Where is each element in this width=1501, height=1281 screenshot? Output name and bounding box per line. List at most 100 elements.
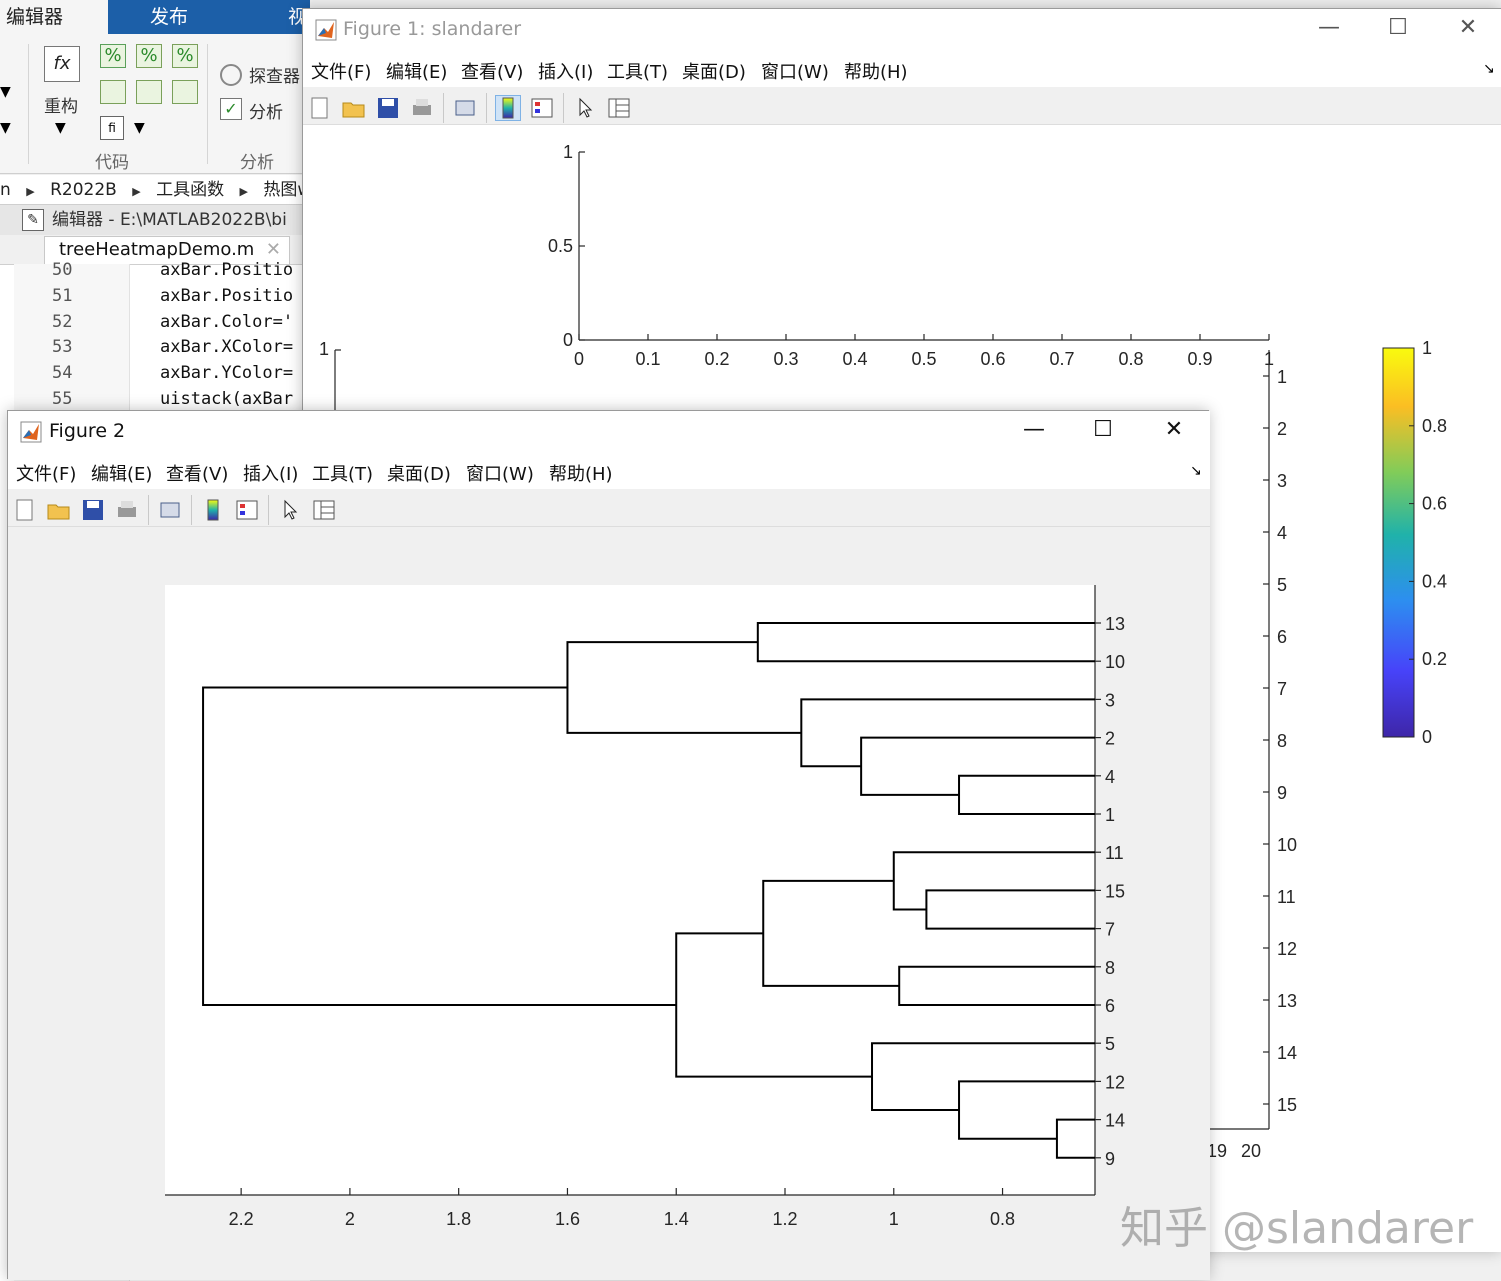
top-axes-x-tick-label: 0.5 — [911, 349, 936, 369]
breadcrumb-item[interactable]: n — [0, 180, 11, 200]
code-line[interactable]: axBar.Positio — [160, 286, 293, 306]
menu-window[interactable]: 窗口(W) — [466, 460, 534, 486]
top-axes-x-tick-label: 0.8 — [1118, 349, 1143, 369]
refactor-label[interactable]: 重构 — [44, 92, 78, 117]
top-axes-x-tick-label: 0.7 — [1049, 349, 1074, 369]
colorbar-icon[interactable] — [200, 497, 226, 523]
line-number: 51 — [52, 286, 73, 306]
minimize-icon[interactable]: — — [1014, 417, 1054, 442]
function-icon[interactable]: fi — [100, 116, 124, 140]
close-icon[interactable]: ✕ — [1448, 15, 1488, 40]
matlab-logo-icon — [315, 19, 337, 41]
open-folder-icon[interactable] — [341, 95, 367, 121]
editor-pencil-icon: ✎ — [22, 209, 44, 231]
code-line[interactable]: axBar.Color=' — [160, 312, 293, 332]
maximize-icon[interactable]: ☐ — [1378, 15, 1418, 40]
property-inspector-icon[interactable] — [606, 95, 632, 121]
code-line[interactable]: axBar.XColor= — [160, 337, 293, 357]
edit-plot-arrow-icon[interactable] — [277, 497, 303, 523]
menu-desktop[interactable]: 桌面(D) — [682, 58, 746, 84]
colorbar[interactable] — [1382, 347, 1415, 738]
analyze-label[interactable]: 分析 — [249, 98, 283, 123]
menu-edit[interactable]: 编辑(E) — [386, 58, 447, 84]
ribbon: ▼ ▼ fx 重构 ▼ % % % fi ▼ 探查器 ✓ 分析 代码 分析 — [0, 34, 310, 174]
new-figure-icon[interactable] — [307, 95, 333, 121]
indent-icon[interactable] — [136, 80, 162, 104]
new-figure-icon[interactable] — [12, 497, 38, 523]
dendrogram-x-tick-label: 1 — [889, 1209, 899, 1229]
code-line[interactable]: uistack(axBar — [160, 389, 293, 409]
breadcrumb-item[interactable]: R2022B — [50, 180, 117, 200]
outdent-icon[interactable] — [172, 80, 198, 104]
property-inspector-icon[interactable] — [311, 497, 337, 523]
toolbar-divider — [148, 495, 149, 525]
menu-help[interactable]: 帮助(H) — [549, 460, 613, 486]
top-axes-y-tick-label: 0 — [563, 330, 573, 350]
figure2-canvas: 2.2 2 1.8 1.6 1.4 1.2 1 0.8 13 10 3 2 4 1 11 15 7 8 6 5 12 1… — [8, 527, 1210, 1280]
chevron-down-icon[interactable]: ▼ — [134, 120, 145, 136]
dock-arrow-icon[interactable]: ↘ — [1483, 61, 1495, 77]
dendrogram-leaf-label: 6 — [1105, 996, 1115, 1016]
link-plot-icon[interactable] — [157, 497, 183, 523]
menu-file[interactable]: 文件(F) — [311, 58, 371, 84]
dendrogram-x-tick-label: 1.6 — [555, 1209, 580, 1229]
figure2-menubar: 文件(F) 编辑(E) 查看(V) 插入(I) 工具(T) 桌面(D) 窗口(W… — [8, 453, 1210, 489]
menu-window[interactable]: 窗口(W) — [761, 58, 829, 84]
menu-insert[interactable]: 插入(I) — [538, 58, 593, 84]
maximize-icon[interactable]: ☐ — [1083, 417, 1123, 442]
watermark: 知乎 @slandarer — [1120, 1203, 1474, 1254]
dendrogram-leaf-label: 9 — [1105, 1149, 1115, 1169]
refactor-fx-icon[interactable]: fx — [44, 46, 80, 82]
dendrogram-leaf-label: 4 — [1105, 767, 1115, 787]
heatmap-row-tick-label: 6 — [1277, 627, 1287, 647]
uncomment-icon[interactable]: % — [136, 44, 162, 68]
close-icon[interactable]: ✕ — [1154, 417, 1194, 442]
dropdown-arrow-icon[interactable]: ▼ — [0, 120, 11, 136]
code-line[interactable]: axBar.Positio — [160, 260, 293, 280]
tab-publish[interactable]: 发布 — [150, 0, 188, 34]
top-axes-y-tick-label: 0.5 — [548, 236, 573, 256]
analyze-check-icon[interactable]: ✓ — [220, 98, 242, 120]
menu-help[interactable]: 帮助(H) — [844, 58, 908, 84]
colorbar-icon[interactable] — [495, 95, 521, 121]
menu-edit[interactable]: 编辑(E) — [91, 460, 152, 486]
dendrogram-leaf-label: 13 — [1105, 614, 1125, 634]
menu-file[interactable]: 文件(F) — [16, 460, 76, 486]
legend-icon[interactable] — [529, 95, 555, 121]
figure1-titlebar: Figure 1: slandarer — ☐ ✕ — [303, 9, 1501, 51]
open-folder-icon[interactable] — [46, 497, 72, 523]
explorer-label[interactable]: 探查器 — [249, 62, 300, 87]
save-icon[interactable] — [80, 497, 106, 523]
heatmap-row-tick-label: 7 — [1277, 679, 1287, 699]
figure1-toolbar — [303, 87, 1501, 125]
print-icon[interactable] — [114, 497, 140, 523]
save-icon[interactable] — [375, 95, 401, 121]
dropdown-arrow-icon[interactable]: ▼ — [0, 84, 11, 100]
chevron-down-icon[interactable]: ▼ — [55, 120, 66, 136]
top-axes-x-tick-label: 0.6 — [980, 349, 1005, 369]
dendrogram-svg: 2.2 2 1.8 1.6 1.4 1.2 1 0.8 1310324111157865121… — [165, 585, 1125, 1229]
menu-view[interactable]: 查看(V) — [166, 460, 228, 486]
link-plot-icon[interactable] — [452, 95, 478, 121]
comment-percent-icon[interactable]: % — [100, 44, 126, 68]
minimize-icon[interactable]: — — [1309, 15, 1349, 40]
menu-tools[interactable]: 工具(T) — [607, 58, 668, 84]
figure1-title: Figure 1: slandarer — [343, 18, 522, 40]
dendrogram-leaf-label: 7 — [1105, 920, 1115, 940]
editor-file-tab-label[interactable]: treeHeatmapDemo.m — [59, 239, 254, 260]
menu-desktop[interactable]: 桌面(D) — [387, 460, 451, 486]
print-icon[interactable] — [409, 95, 435, 121]
dock-arrow-icon[interactable]: ↘ — [1190, 463, 1202, 479]
smart-indent-icon[interactable] — [100, 80, 126, 104]
profiler-icon[interactable] — [220, 64, 242, 86]
wrap-comment-icon[interactable]: % — [172, 44, 198, 68]
menu-tools[interactable]: 工具(T) — [312, 460, 373, 486]
figure2-titlebar: Figure 2 — ☐ ✕ — [8, 411, 1210, 453]
breadcrumb-item[interactable]: 工具函数 — [156, 180, 224, 200]
code-line[interactable]: axBar.YColor= — [160, 363, 293, 383]
menu-insert[interactable]: 插入(I) — [243, 460, 298, 486]
legend-icon[interactable] — [234, 497, 260, 523]
menu-view[interactable]: 查看(V) — [461, 58, 523, 84]
edit-plot-arrow-icon[interactable] — [572, 95, 598, 121]
tab-editor[interactable]: 编辑器 — [0, 0, 108, 34]
